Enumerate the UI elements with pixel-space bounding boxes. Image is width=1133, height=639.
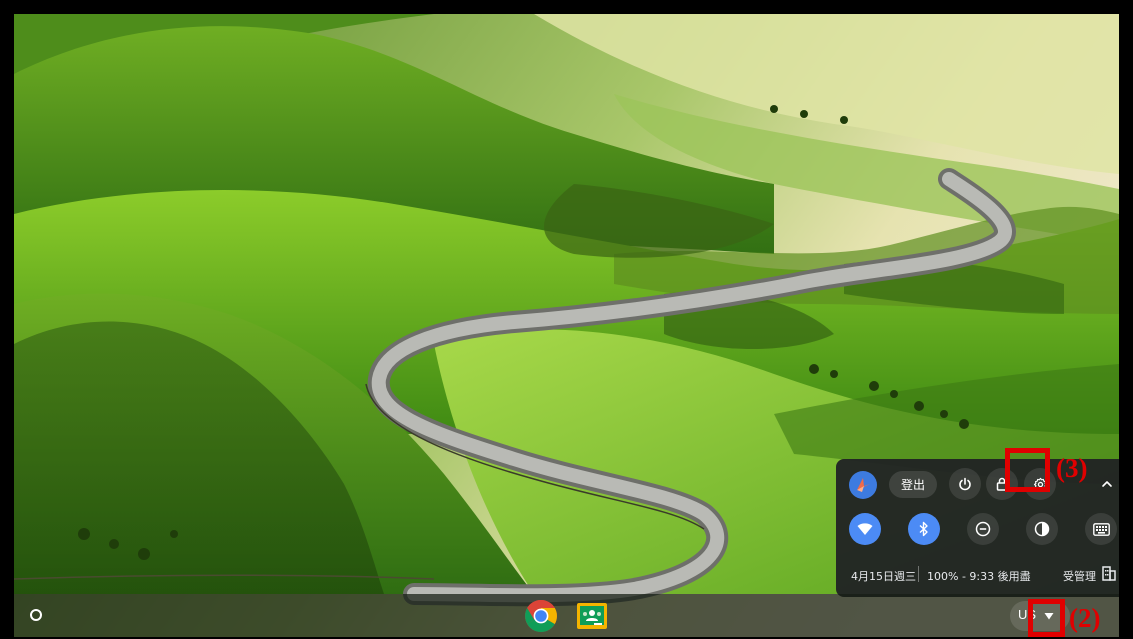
do-not-disturb-toggle[interactable] — [967, 513, 999, 545]
bluetooth-icon — [919, 521, 928, 537]
sign-out-button[interactable]: 登出 — [889, 471, 937, 498]
night-light-toggle[interactable] — [1026, 513, 1058, 545]
keyboard-toggle[interactable] — [1085, 513, 1117, 545]
battery-status[interactable]: 100% - 9:33 後用盡 — [927, 568, 1031, 584]
screenshot-frame: 登出 4月15日週三 100% - 9:33 後用盡 受管理 US (3) (2… — [0, 0, 1133, 639]
user-avatar[interactable] — [847, 469, 879, 501]
managed-label[interactable]: 受管理 — [1063, 568, 1096, 584]
avatar-icon — [849, 471, 877, 499]
enterprise-building-icon — [1102, 566, 1116, 581]
do-not-disturb-icon — [975, 521, 991, 537]
power-button[interactable] — [949, 468, 981, 500]
launcher-circle-icon — [30, 609, 42, 621]
step-2-label: (2) — [1069, 603, 1101, 633]
google-classroom-icon[interactable] — [574, 598, 610, 634]
wifi-icon — [857, 523, 873, 535]
date-label[interactable]: 4月15日週三 — [851, 568, 916, 584]
power-icon — [959, 477, 971, 491]
footer-divider — [918, 566, 919, 582]
shelf: US — [14, 594, 1119, 637]
tray-highlight-box — [1028, 599, 1065, 637]
bluetooth-toggle[interactable] — [908, 513, 940, 545]
wifi-toggle[interactable] — [849, 513, 881, 545]
step-3-label: (3) — [1056, 453, 1088, 483]
night-light-icon — [1034, 521, 1050, 537]
chrome-icon[interactable] — [523, 598, 559, 634]
chromeos-desktop: 登出 4月15日週三 100% - 9:33 後用盡 受管理 US — [14, 14, 1119, 637]
collapse-button[interactable] — [1091, 468, 1119, 500]
keyboard-icon — [1092, 522, 1110, 536]
collapse-chevron-icon — [1102, 481, 1112, 487]
settings-highlight-box — [1005, 448, 1050, 492]
launcher-button[interactable] — [24, 603, 48, 627]
